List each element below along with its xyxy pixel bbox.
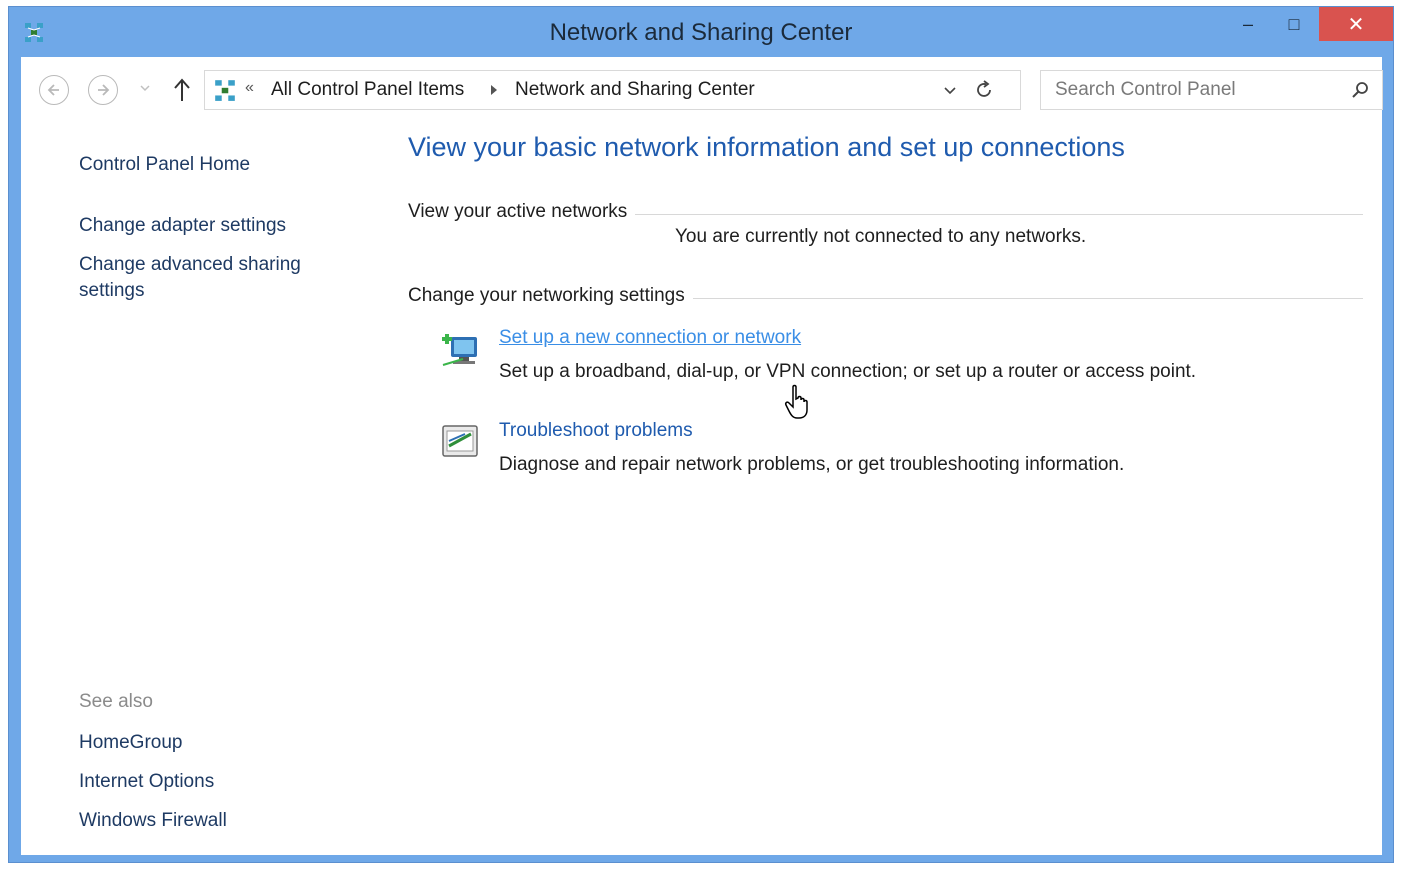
troubleshoot-description: Diagnose and repair network problems, or… [499,454,1125,475]
app-window: Network and Sharing Center – □ ✕ « All C… [8,6,1394,863]
window-client: « All Control Panel Items Network and Sh… [21,57,1383,855]
internet-options-link[interactable]: Internet Options [79,769,339,795]
back-button[interactable] [39,75,69,105]
network-status-text: You are currently not connected to any n… [675,226,1087,247]
setup-connection-task: Set up a new connection or network Set u… [439,327,1339,387]
breadcrumb-network-and-sharing-center[interactable]: Network and Sharing Center [515,79,755,101]
forward-button[interactable] [88,75,118,105]
active-networks-heading: View your active networks [408,201,636,223]
address-bar[interactable]: « All Control Panel Items Network and Sh… [204,70,1021,110]
main-content: View your basic network information and … [391,119,1382,855]
breadcrumb-all-control-panel-items[interactable]: All Control Panel Items [271,79,464,101]
page-title: View your basic network information and … [408,132,1125,162]
sidebar: Control Panel Home Change adapter settin… [21,119,391,855]
search-box[interactable]: Search Control Panel [1040,70,1383,110]
troubleshoot-icon [442,425,478,457]
control-panel-icon [215,80,235,101]
control-panel-home-link[interactable]: Control Panel Home [79,152,339,178]
search-input[interactable]: Search Control Panel [1055,79,1236,101]
setup-connection-link[interactable]: Set up a new connection or network [499,327,801,349]
troubleshoot-link[interactable]: Troubleshoot problems [499,420,693,442]
minimize-button[interactable]: – [1225,7,1271,41]
new-connection-icon [442,334,477,366]
search-icon[interactable] [1350,80,1370,100]
maximize-button[interactable]: □ [1271,7,1317,41]
breadcrumb-separator-icon[interactable] [490,85,498,95]
hand-cursor-icon [785,384,808,419]
troubleshoot-task: Troubleshoot problems Diagnose and repai… [439,420,1339,480]
close-button[interactable]: ✕ [1319,7,1393,41]
homegroup-link[interactable]: HomeGroup [79,730,339,756]
arrow-left-icon [47,84,59,96]
chevron-down-icon[interactable] [943,85,957,97]
breadcrumb-overflow[interactable]: « [245,79,254,97]
title-bar[interactable]: Network and Sharing Center – □ ✕ [9,7,1393,57]
setup-connection-description: Set up a broadband, dial-up, or VPN conn… [499,361,1197,382]
arrow-right-icon [98,84,110,96]
change-advanced-sharing-settings-link[interactable]: Change advanced sharing settings [79,252,319,304]
networking-settings-section: Change your networking settings [408,285,1363,311]
networking-settings-heading: Change your networking settings [408,285,693,307]
up-arrow-icon[interactable] [171,77,193,103]
change-adapter-settings-link[interactable]: Change adapter settings [79,213,339,239]
refresh-icon[interactable] [973,79,995,101]
see-also-heading: See also [79,691,153,712]
windows-firewall-link[interactable]: Windows Firewall [79,808,339,834]
navigation-bar: « All Control Panel Items Network and Sh… [21,57,1383,119]
active-networks-section: View your active networks [408,201,1363,227]
window-title: Network and Sharing Center [549,19,853,46]
recent-locations-dropdown-icon[interactable] [138,81,152,95]
